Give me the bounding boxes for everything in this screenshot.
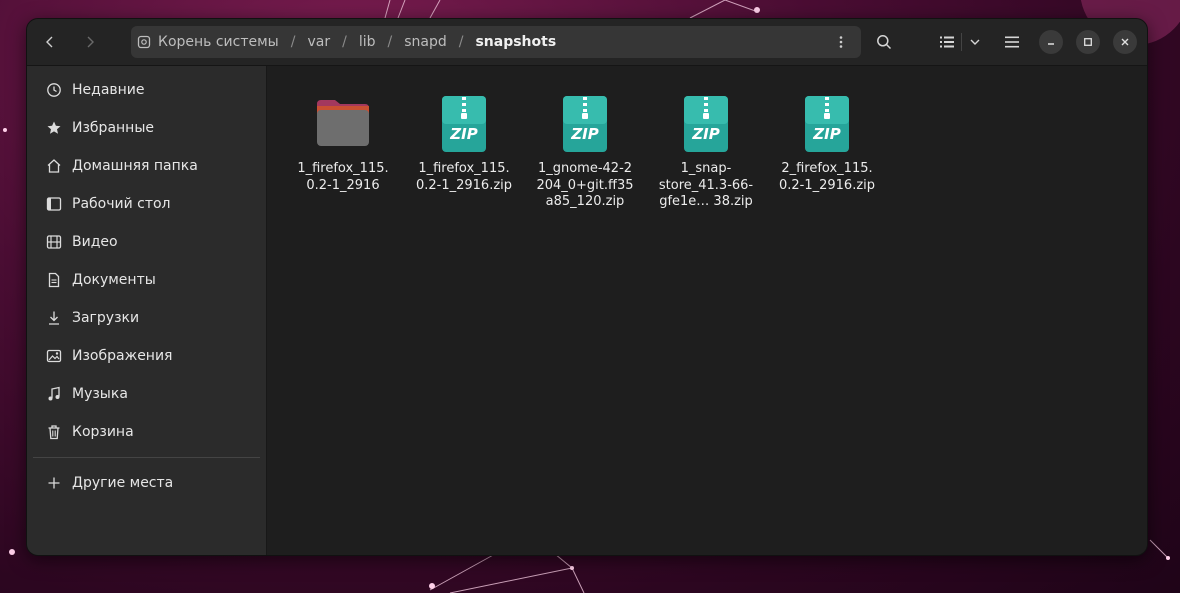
trash-icon: [45, 423, 63, 441]
home-icon: [45, 157, 63, 175]
file-item-zip[interactable]: ZIP 1_snap-store_41.3-66- gfe1e… 38.zip: [651, 92, 761, 211]
sidebar-item-documents[interactable]: Документы: [35, 263, 257, 297]
view-mode-button[interactable]: [933, 27, 961, 57]
close-icon: [1121, 38, 1129, 46]
desktop-icon: [45, 195, 63, 213]
svg-text:ZIP: ZIP: [691, 125, 719, 143]
breadcrumb-snapshots[interactable]: snapshots: [469, 34, 562, 50]
search-icon: [877, 35, 892, 50]
sidebar-item-label: Недавние: [72, 82, 145, 98]
sidebar-item-trash[interactable]: Корзина: [35, 415, 257, 449]
sidebar-item-label: Загрузки: [72, 310, 140, 326]
sidebar-item-label: Изображения: [72, 348, 173, 364]
chevron-right-icon: [87, 36, 94, 48]
path-menu-button[interactable]: [827, 27, 855, 57]
folder-icon: [317, 100, 369, 146]
drive-icon: [137, 35, 151, 49]
image-icon: [45, 347, 63, 365]
sidebar-item-label: Рабочий стол: [72, 196, 171, 212]
file-item-zip[interactable]: ZIP 2_firefox_115. 0.2-1_2916.zip: [772, 92, 882, 194]
sidebar-item-home[interactable]: Домашняя папка: [35, 149, 257, 183]
sidebar-item-label: Корзина: [72, 424, 134, 440]
svg-text:ZIP: ZIP: [812, 125, 840, 143]
back-button[interactable]: [35, 27, 65, 57]
breadcrumb-label: snapshots: [475, 34, 557, 50]
file-item-zip[interactable]: ZIP 1_gnome-42-2 204_0+git.ff35 a85_120.zi…: [530, 92, 640, 211]
breadcrumb-label: snapd: [404, 34, 447, 50]
sidebar-item-label: Домашняя папка: [72, 158, 198, 174]
minimize-button[interactable]: [1039, 30, 1063, 54]
breadcrumb-label: Корень системы: [158, 34, 279, 50]
breadcrumb-snapd[interactable]: snapd: [398, 34, 453, 50]
svg-text:ZIP: ZIP: [570, 125, 598, 143]
star-icon: [45, 119, 63, 137]
breadcrumb-label: var: [307, 34, 331, 50]
maximize-icon: [1084, 38, 1092, 46]
file-grid: 1_firefox_115. 0.2-1_2916 ZIP 1_firefox_1…: [267, 66, 1147, 555]
file-name: 1_firefox_115. 0.2-1_2916.zip: [415, 161, 513, 193]
plus-icon: [45, 474, 63, 492]
file-name: 1_firefox_115. 0.2-1_2916: [297, 161, 389, 193]
breadcrumb-separator: /: [290, 34, 296, 50]
chevron-down-icon: [970, 39, 980, 45]
clock-icon: [45, 81, 63, 99]
breadcrumb-root[interactable]: Корень системы: [131, 34, 285, 50]
chevron-left-icon: [46, 36, 53, 48]
sidebar-item-starred[interactable]: Избранные: [35, 111, 257, 145]
sidebar-item-recent[interactable]: Недавние: [35, 73, 257, 107]
sidebar-item-downloads[interactable]: Загрузки: [35, 301, 257, 335]
breadcrumb-label: lib: [358, 34, 376, 50]
sidebar-divider: [33, 457, 260, 458]
file-name: 2_firefox_115. 0.2-1_2916.zip: [778, 161, 876, 193]
breadcrumb-separator: /: [342, 34, 347, 50]
close-button[interactable]: [1113, 30, 1137, 54]
sidebar-item-label: Избранные: [72, 120, 154, 136]
file-manager-window: Корень системы / var / lib / snapd / sna…: [26, 18, 1148, 556]
file-item-zip[interactable]: ZIP 1_firefox_115. 0.2-1_2916.zip: [409, 92, 519, 194]
kebab-icon: [839, 36, 843, 48]
hamburger-icon: [1005, 36, 1019, 48]
file-name: 1_gnome-42-2 204_0+git.ff35 a85_120.zip: [536, 161, 634, 209]
search-button[interactable]: [869, 27, 899, 57]
film-icon: [45, 233, 63, 251]
zip-archive-icon: ZIP: [805, 96, 849, 152]
sidebar-item-pictures[interactable]: Изображения: [35, 339, 257, 373]
zip-archive-icon: ZIP: [563, 96, 607, 152]
music-icon: [45, 385, 63, 403]
path-bar: Корень системы / var / lib / snapd / sna…: [131, 26, 861, 58]
file-item-folder[interactable]: 1_firefox_115. 0.2-1_2916: [288, 92, 398, 194]
breadcrumb-separator: /: [387, 34, 393, 50]
sidebar-item-music[interactable]: Музыка: [35, 377, 257, 411]
sidebar-item-label: Музыка: [72, 386, 128, 402]
breadcrumb-var[interactable]: var: [301, 34, 336, 50]
sidebar-item-label: Другие места: [72, 475, 174, 491]
sidebar: Недавние Избранные Домашняя папка Рабочи…: [27, 66, 267, 555]
maximize-button[interactable]: [1076, 30, 1100, 54]
main-menu-button[interactable]: [997, 27, 1027, 57]
sidebar-item-desktop[interactable]: Рабочий стол: [35, 187, 257, 221]
sidebar-item-label: Документы: [72, 272, 156, 288]
view-divider: [961, 33, 962, 51]
download-icon: [45, 309, 63, 327]
sidebar-item-videos[interactable]: Видео: [35, 225, 257, 259]
file-name: 1_snap-store_41.3-66- gfe1e… 38.zip: [658, 161, 754, 209]
breadcrumb-separator: /: [458, 34, 464, 50]
sidebar-item-other-locations[interactable]: Другие места: [35, 466, 257, 500]
sidebar-item-label: Видео: [72, 234, 118, 250]
document-icon: [45, 271, 63, 289]
view-options-button[interactable]: [963, 27, 987, 57]
list-view-icon: [940, 36, 954, 48]
forward-button[interactable]: [75, 27, 105, 57]
header-bar: Корень системы / var / lib / snapd / sna…: [27, 19, 1147, 66]
breadcrumb-lib[interactable]: lib: [353, 34, 382, 50]
zip-archive-icon: ZIP: [442, 96, 486, 152]
minimize-icon: [1048, 43, 1054, 45]
svg-text:ZIP: ZIP: [449, 125, 477, 143]
zip-archive-icon: ZIP: [684, 96, 728, 152]
